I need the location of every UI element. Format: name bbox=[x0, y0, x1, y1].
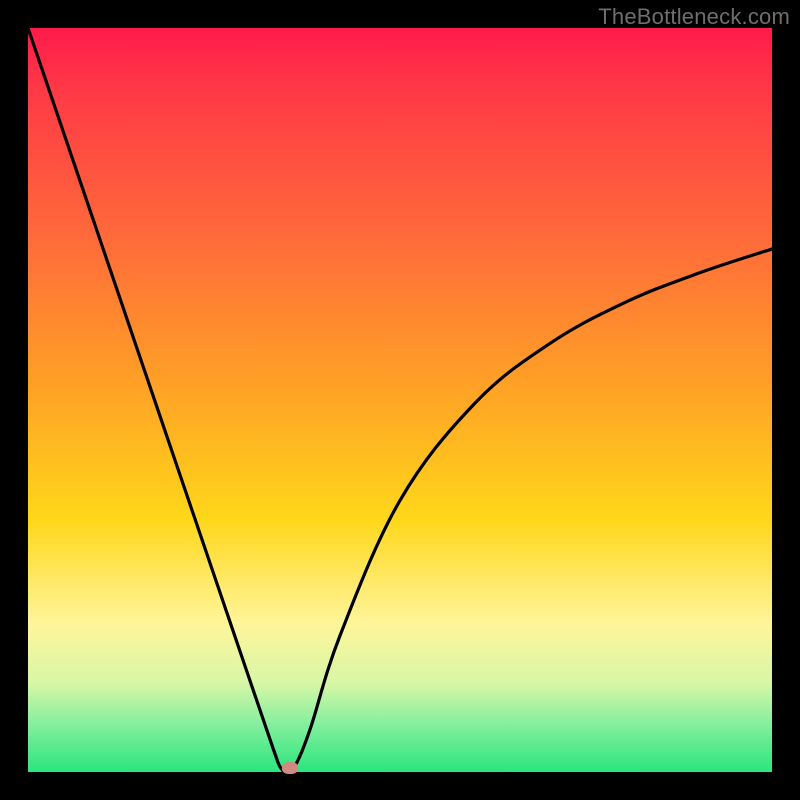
curve-svg bbox=[28, 28, 772, 772]
watermark-text: TheBottleneck.com bbox=[598, 4, 790, 30]
chart-stage: TheBottleneck.com bbox=[0, 0, 800, 800]
plot-area bbox=[28, 28, 772, 772]
optimum-marker bbox=[282, 762, 298, 774]
curve-path bbox=[28, 28, 772, 772]
